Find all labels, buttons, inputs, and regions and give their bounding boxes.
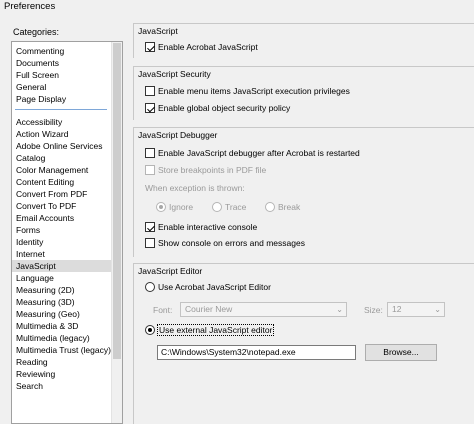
exception-ignore-label: Ignore	[169, 202, 194, 212]
categories-scroll-thumb[interactable]	[113, 43, 121, 359]
enable-global-policy-checkbox[interactable]: Enable global object security policy	[145, 103, 290, 113]
javascript-section-title: JavaScript	[138, 26, 178, 36]
category-item-reading[interactable]: Reading	[16, 356, 48, 368]
size-select[interactable]: 12 ⌄	[387, 302, 445, 317]
category-item-convert-to-pdf[interactable]: Convert To PDF	[16, 200, 76, 212]
categories-scrollbar[interactable]	[111, 42, 122, 423]
javascript-security-title: JavaScript Security	[138, 69, 211, 79]
exception-trace-label: Trace	[225, 202, 247, 212]
category-item-adobe-online-services[interactable]: Adobe Online Services	[16, 140, 102, 152]
category-item-multimedia-3d[interactable]: Multimedia & 3D	[16, 320, 78, 332]
use-external-editor-label: Use external JavaScript editor	[156, 324, 275, 336]
enable-debugger-label: Enable JavaScript debugger after Acrobat…	[158, 148, 360, 158]
exception-ignore-radio[interactable]: Ignore	[156, 202, 193, 212]
enable-debugger-checkbox[interactable]: Enable JavaScript debugger after Acrobat…	[145, 148, 360, 158]
checkbox-box	[145, 86, 155, 96]
show-console-checkbox[interactable]: Show console on errors and messages	[145, 238, 305, 248]
category-item-email-accounts[interactable]: Email Accounts	[16, 212, 74, 224]
radio-dot	[212, 202, 222, 212]
category-item-internet[interactable]: Internet	[16, 248, 45, 260]
editor-path-input[interactable]: C:\Windows\System32\notepad.exe	[157, 345, 356, 360]
enable-global-policy-label: Enable global object security policy	[158, 103, 291, 113]
show-console-label: Show console on errors and messages	[158, 238, 305, 248]
radio-dot	[265, 202, 275, 212]
category-item-documents[interactable]: Documents	[16, 57, 59, 69]
category-item-convert-from-pdf[interactable]: Convert From PDF	[16, 188, 87, 200]
category-item-multimedia-legacy[interactable]: Multimedia (legacy)	[16, 332, 90, 344]
check-icon	[145, 103, 155, 113]
font-select-value: Courier New	[185, 304, 233, 314]
category-item-action-wizard[interactable]: Action Wizard	[16, 128, 68, 140]
enable-console-checkbox[interactable]: Enable interactive console	[145, 222, 257, 232]
use-external-editor-radio[interactable]: Use external JavaScript editor	[145, 324, 275, 336]
javascript-security-section: JavaScript Security Enable menu items Ja…	[133, 66, 474, 120]
check-icon	[145, 42, 155, 52]
exception-break-radio[interactable]: Break	[265, 202, 300, 212]
checkbox-box	[145, 148, 155, 158]
category-item-identity[interactable]: Identity	[16, 236, 43, 248]
radio-dot	[156, 202, 166, 212]
font-label: Font:	[153, 305, 173, 315]
javascript-editor-title: JavaScript Editor	[138, 266, 203, 276]
browse-button[interactable]: Browse...	[365, 344, 437, 361]
category-item-page-display[interactable]: Page Display	[16, 93, 66, 105]
category-item-measuring-3d[interactable]: Measuring (3D)	[16, 296, 75, 308]
enable-menu-privileges-label: Enable menu items JavaScript execution p…	[158, 86, 350, 96]
exception-trace-radio[interactable]: Trace	[212, 202, 246, 212]
category-item-general[interactable]: General	[16, 81, 46, 93]
category-item-language[interactable]: Language	[16, 272, 54, 284]
javascript-section: JavaScript Enable Acrobat JavaScript	[133, 23, 474, 58]
category-item-content-editing[interactable]: Content Editing	[16, 176, 74, 188]
enable-console-label: Enable interactive console	[158, 222, 258, 232]
window-title: Preferences	[4, 1, 56, 12]
category-item-reviewing[interactable]: Reviewing	[16, 368, 55, 380]
enable-menu-privileges-checkbox[interactable]: Enable menu items JavaScript execution p…	[145, 86, 350, 96]
category-item-accessibility[interactable]: Accessibility	[16, 116, 62, 128]
category-item-javascript[interactable]: JavaScript	[12, 260, 111, 272]
use-acrobat-editor-label: Use Acrobat JavaScript Editor	[158, 282, 271, 292]
exception-label: When exception is thrown:	[145, 183, 245, 193]
category-item-full-screen[interactable]: Full Screen	[16, 69, 59, 81]
radio-dot	[145, 325, 155, 335]
checkbox-box	[145, 238, 155, 248]
category-item-measuring-2d[interactable]: Measuring (2D)	[16, 284, 75, 296]
chevron-down-icon: ⌄	[434, 305, 441, 314]
enable-acrobat-javascript-checkbox[interactable]: Enable Acrobat JavaScript	[145, 42, 258, 52]
category-item-multimedia-trust-legacy[interactable]: Multimedia Trust (legacy)	[16, 344, 111, 356]
check-icon	[145, 222, 155, 232]
category-item-color-management[interactable]: Color Management	[16, 164, 88, 176]
categories-label: Categories:	[13, 27, 60, 37]
checkbox-box	[145, 165, 155, 175]
javascript-debugger-title: JavaScript Debugger	[138, 130, 218, 140]
chevron-down-icon: ⌄	[336, 305, 343, 314]
size-select-value: 12	[392, 304, 402, 314]
category-item-commenting[interactable]: Commenting	[16, 45, 64, 57]
exception-break-label: Break	[278, 202, 301, 212]
category-separator	[15, 109, 107, 110]
radio-dot	[145, 282, 155, 292]
javascript-debugger-section: JavaScript Debugger Enable JavaScript de…	[133, 127, 474, 257]
store-breakpoints-checkbox[interactable]: Store breakpoints in PDF file	[145, 165, 266, 175]
use-acrobat-editor-radio[interactable]: Use Acrobat JavaScript Editor	[145, 282, 271, 292]
category-item-measuring-geo[interactable]: Measuring (Geo)	[16, 308, 80, 320]
font-select[interactable]: Courier New ⌄	[180, 302, 347, 317]
category-item-catalog[interactable]: Catalog	[16, 152, 45, 164]
enable-acrobat-javascript-label: Enable Acrobat JavaScript	[158, 42, 258, 52]
javascript-editor-section: JavaScript Editor Use Acrobat JavaScript…	[133, 263, 474, 424]
categories-list[interactable]: Commenting Documents Full Screen General…	[11, 41, 123, 424]
size-label: Size:	[364, 305, 383, 315]
store-breakpoints-label: Store breakpoints in PDF file	[158, 165, 267, 175]
category-item-search[interactable]: Search	[16, 380, 43, 392]
category-item-forms[interactable]: Forms	[16, 224, 40, 236]
